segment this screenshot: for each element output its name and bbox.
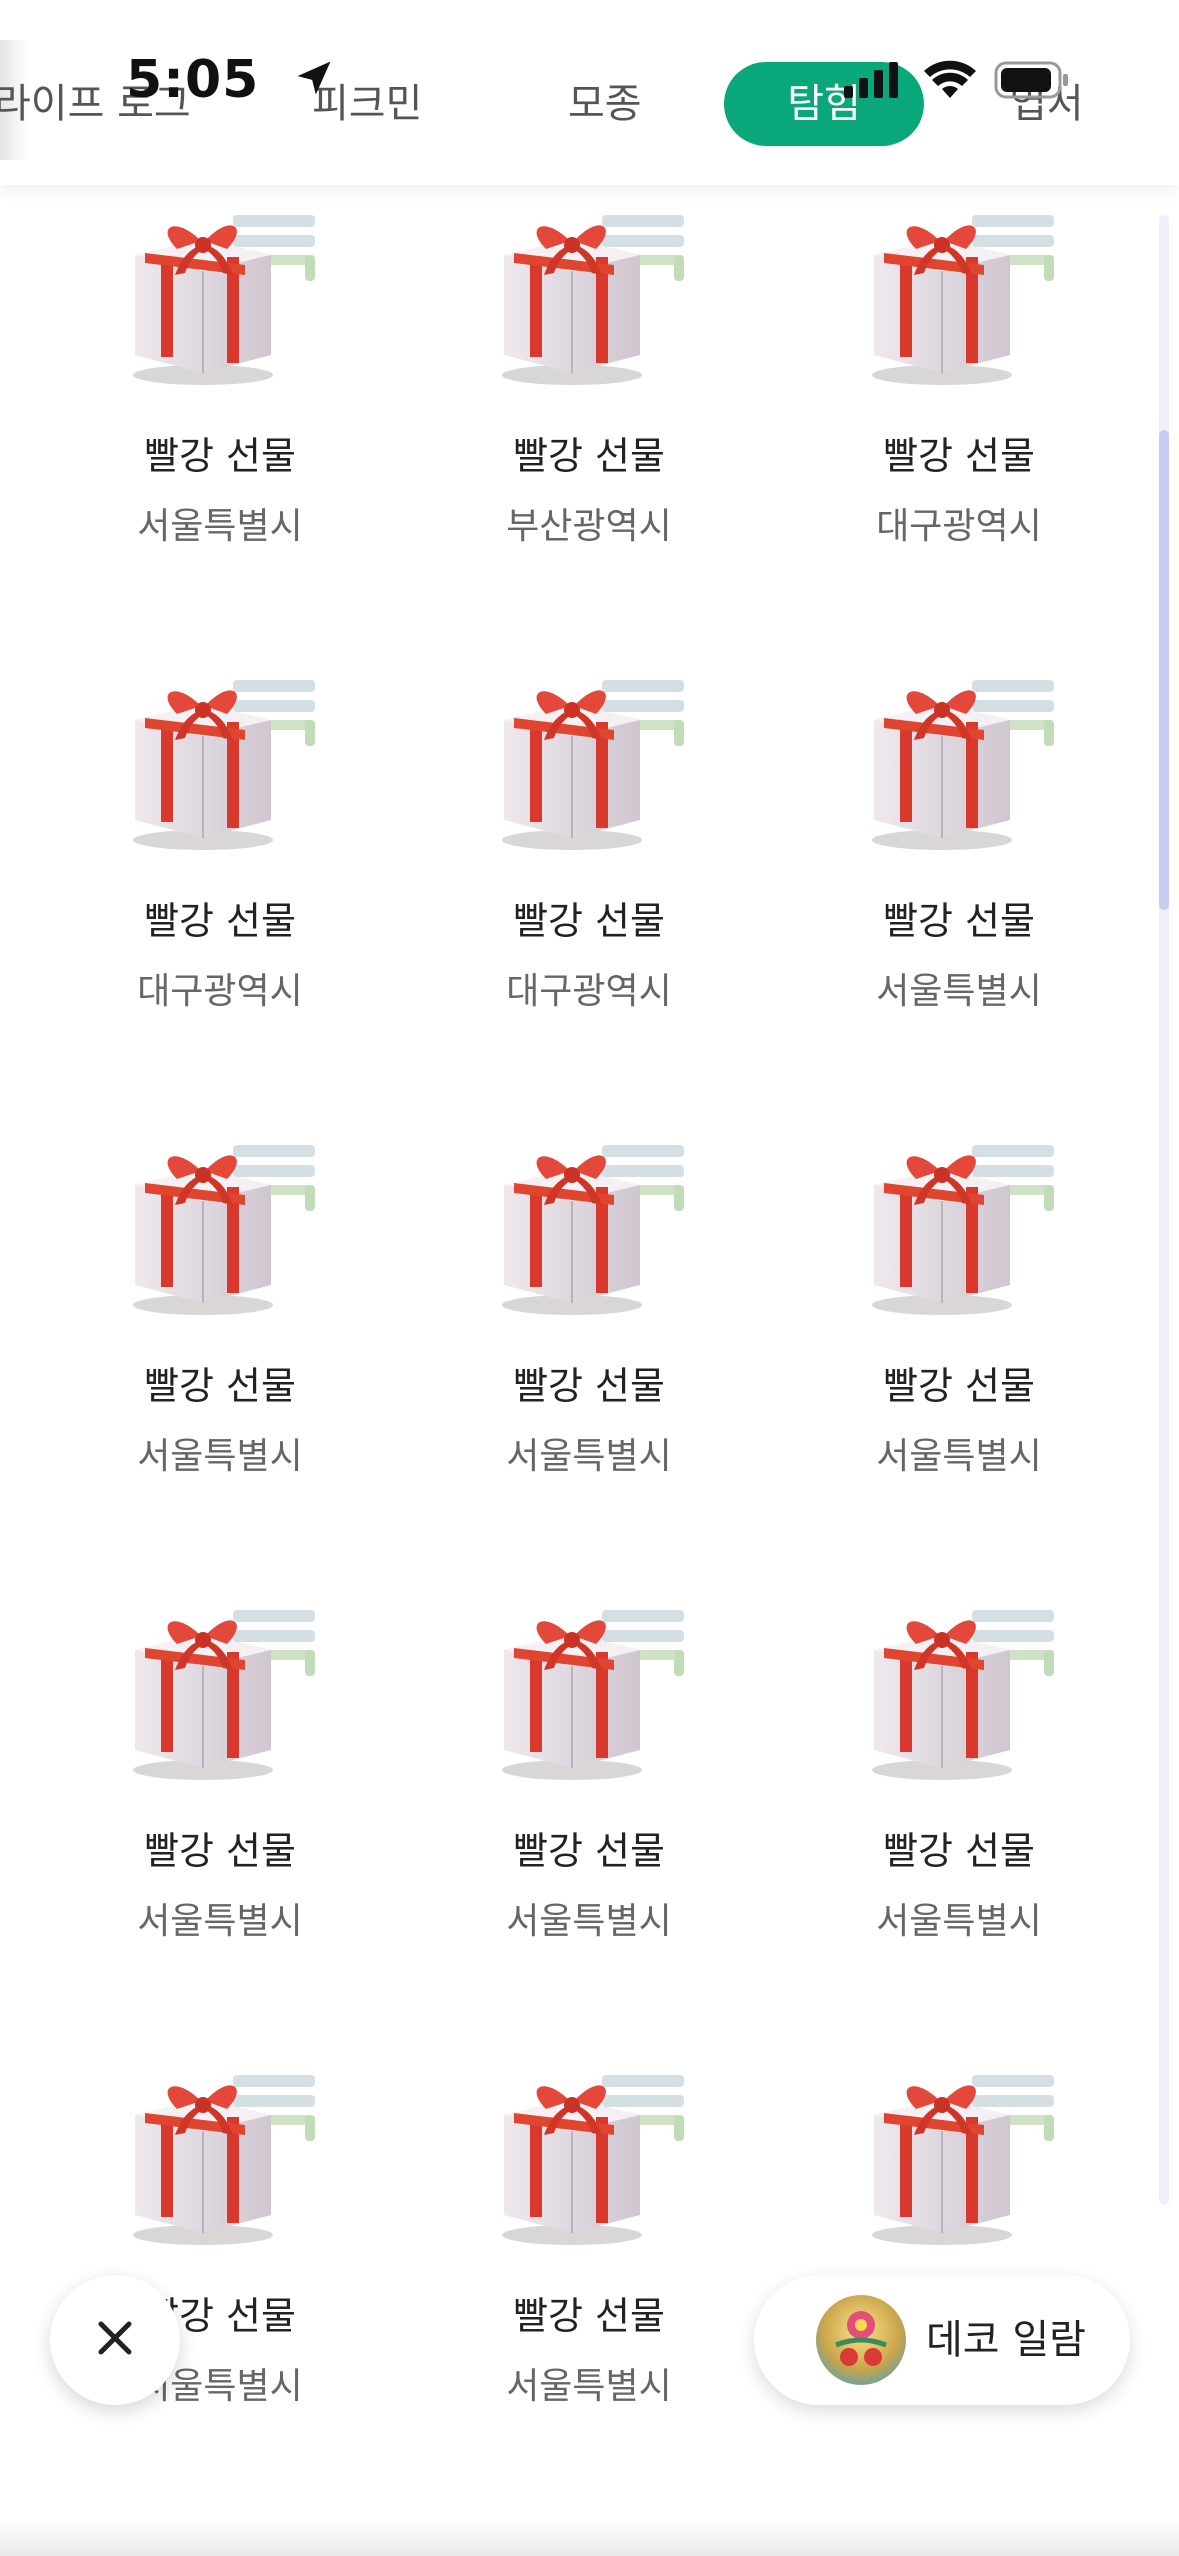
red-gift-icon <box>115 1600 325 1800</box>
decor-item-location: 대구광역시 <box>876 506 1042 547</box>
cellular-signal-icon <box>842 60 906 104</box>
decor-item[interactable]: 빨강 선물서울특별시 <box>774 1600 1144 2020</box>
status-icons <box>842 58 1072 106</box>
decor-item[interactable]: 빨강 선물대구광역시 <box>774 205 1144 625</box>
decor-item[interactable]: 빨강 선물서울특별시 <box>35 2065 405 2485</box>
red-gift-icon <box>854 205 1064 405</box>
decor-item-location: 서울특별시 <box>506 2366 672 2407</box>
decor-item-location: 서울특별시 <box>876 971 1042 1012</box>
decor-item-name: 빨강 선물 <box>144 434 296 478</box>
red-gift-icon <box>484 205 694 405</box>
close-button[interactable] <box>50 2275 180 2405</box>
decor-item-name: 빨강 선물 <box>883 434 1035 478</box>
tab-seedling[interactable]: 모종 <box>568 62 642 146</box>
decor-item-location: 서울특별시 <box>876 1901 1042 1942</box>
decor-item-location: 부산광역시 <box>506 506 672 547</box>
decor-item[interactable]: 빨강 선물서울특별시 <box>35 205 405 625</box>
decor-item[interactable]: 빨강 선물대구광역시 <box>35 670 405 1090</box>
decor-item[interactable]: 빨강 선물서울특별시 <box>774 670 1144 1090</box>
decor-item-name: 빨강 선물 <box>144 1829 296 1873</box>
red-gift-icon <box>484 670 694 870</box>
wifi-icon <box>922 58 978 106</box>
location-arrow-icon <box>292 53 336 113</box>
decor-item-location: 서울특별시 <box>137 506 303 547</box>
decor-item-location: 서울특별시 <box>506 1436 672 1477</box>
decor-item-name: 빨강 선물 <box>513 899 665 943</box>
decor-item-location: 대구광역시 <box>137 971 303 1012</box>
red-gift-icon <box>115 2065 325 2265</box>
decor-item-name: 빨강 선물 <box>144 1364 296 1408</box>
bottom-shade <box>0 2520 1179 2556</box>
decor-item[interactable]: 빨강 선물서울특별시 <box>774 1135 1144 1555</box>
decor-item-name: 빨강 선물 <box>513 1829 665 1873</box>
close-icon <box>93 2316 137 2364</box>
decor-item[interactable]: 빨강 선물부산광역시 <box>404 205 774 625</box>
deco-badge-icon <box>816 2295 906 2385</box>
decor-item[interactable]: 빨강 선물서울특별시 <box>35 1135 405 1555</box>
status-time-text: 5:05 <box>126 50 260 110</box>
red-gift-icon <box>115 670 325 870</box>
decor-item-location: 서울특별시 <box>876 1436 1042 1477</box>
red-gift-icon <box>854 1135 1064 1335</box>
deco-list-label: 데코 일람 <box>926 2317 1086 2363</box>
decor-item-name: 빨강 선물 <box>144 899 296 943</box>
decor-item[interactable]: 빨강 선물서울특별시 <box>404 2065 774 2485</box>
decor-item[interactable]: 빨강 선물서울특별시 <box>35 1600 405 2020</box>
red-gift-icon <box>854 1600 1064 1800</box>
decor-item-name: 빨강 선물 <box>513 434 665 478</box>
status-time: 5:05 <box>126 50 336 113</box>
decor-item-location: 서울특별시 <box>137 1901 303 1942</box>
red-gift-icon <box>854 2065 1064 2265</box>
decor-item-name: 빨강 선물 <box>513 2294 665 2338</box>
battery-icon <box>994 59 1072 105</box>
decor-item-location: 서울특별시 <box>506 1901 672 1942</box>
deco-list-button[interactable]: 데코 일람 <box>754 2275 1130 2405</box>
decor-item-name: 빨강 선물 <box>883 1829 1035 1873</box>
scrollbar-thumb[interactable] <box>1159 430 1169 910</box>
decor-item-location: 대구광역시 <box>506 971 672 1012</box>
red-gift-icon <box>115 205 325 405</box>
decor-item-location: 서울특별시 <box>137 1436 303 1477</box>
red-gift-icon <box>484 2065 694 2265</box>
decor-item-name: 빨강 선물 <box>513 1364 665 1408</box>
decor-item-name: 빨강 선물 <box>883 1364 1035 1408</box>
red-gift-icon <box>854 670 1064 870</box>
red-gift-icon <box>484 1600 694 1800</box>
red-gift-icon <box>115 1135 325 1335</box>
decor-item-name: 빨강 선물 <box>883 899 1035 943</box>
decor-item[interactable]: 빨강 선물서울특별시 <box>404 1135 774 1555</box>
decor-item[interactable]: 빨강 선물서울특별시 <box>404 1600 774 2020</box>
decor-item[interactable]: 빨강 선물대구광역시 <box>404 670 774 1090</box>
red-gift-icon <box>484 1135 694 1335</box>
